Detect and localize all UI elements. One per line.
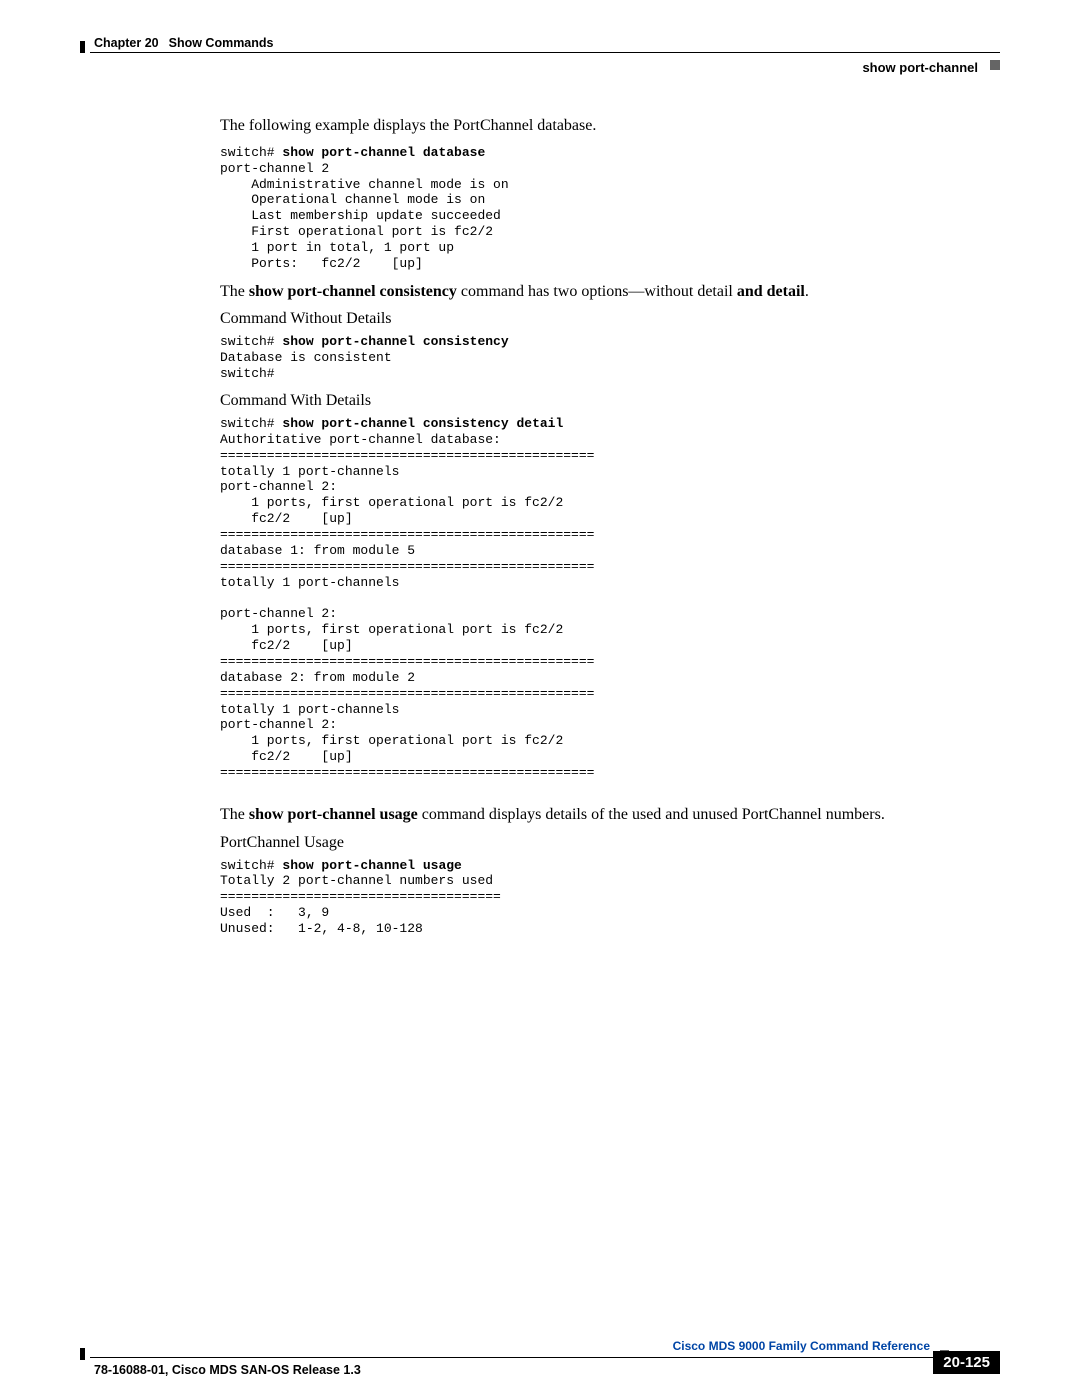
footer-bar-decor xyxy=(80,1348,85,1360)
cli-output: Totally 2 port-channel numbers used ====… xyxy=(220,873,501,936)
para2-bold2: and detail xyxy=(737,283,805,300)
header-square-decor xyxy=(990,60,1000,70)
header-bar-decor xyxy=(80,41,85,53)
spacer xyxy=(220,791,1000,805)
cli-example-4: switch# show port-channel usage Totally … xyxy=(220,858,1000,937)
cli-prompt: switch# xyxy=(220,416,282,431)
page: Chapter 20 Show Commands show port-channe… xyxy=(0,0,1080,1397)
cli-output: Authoritative port-channel database: ===… xyxy=(220,432,594,780)
cli-prompt: switch# xyxy=(220,858,282,873)
cli-command: show port-channel usage xyxy=(282,858,461,873)
para2-end: . xyxy=(805,283,809,300)
cli-output: port-channel 2 Administrative channel mo… xyxy=(220,161,509,271)
para3-text: The xyxy=(220,806,249,823)
running-head-command: show port-channel xyxy=(862,60,978,75)
main-content: The following example displays the PortC… xyxy=(220,116,1000,947)
para2-text-mid: command has two options—without detail xyxy=(457,283,737,300)
footer-reference-title: Cisco MDS 9000 Family Command Reference xyxy=(673,1339,930,1353)
cli-output: Database is consistent switch# xyxy=(220,350,392,381)
cli-command: show port-channel database xyxy=(282,145,485,160)
chapter-title: Show Commands xyxy=(169,36,274,50)
chapter-number: Chapter 20 xyxy=(94,36,159,50)
para3-command: show port-channel usage xyxy=(249,806,418,823)
subhead-without-details: Command Without Details xyxy=(220,310,1000,328)
footer-rule xyxy=(90,1357,1000,1358)
header-rule xyxy=(90,52,1000,53)
chapter-heading: Chapter 20 Show Commands xyxy=(94,36,273,50)
cli-example-1: switch# show port-channel database port-… xyxy=(220,145,1000,272)
intro-paragraph-3: The show port-channel usage command disp… xyxy=(220,805,1000,826)
para3-end: command displays details of the used and… xyxy=(418,806,885,823)
para2-text: The xyxy=(220,283,249,300)
intro-paragraph-1: The following example displays the PortC… xyxy=(220,116,1000,137)
para2-command: show port-channel consistency xyxy=(249,283,457,300)
subhead-with-details: Command With Details xyxy=(220,392,1000,410)
cli-command: show port-channel consistency xyxy=(282,334,508,349)
cli-example-3: switch# show port-channel consistency de… xyxy=(220,416,1000,781)
cli-prompt: switch# xyxy=(220,334,282,349)
cli-example-2: switch# show port-channel consistency Da… xyxy=(220,334,1000,382)
footer-doc-id: 78-16088-01, Cisco MDS SAN-OS Release 1.… xyxy=(94,1363,361,1377)
footer-page-number: 20-125 xyxy=(933,1351,1000,1374)
cli-prompt: switch# xyxy=(220,145,282,160)
subhead-usage: PortChannel Usage xyxy=(220,834,1000,852)
intro-paragraph-2: The show port-channel consistency comman… xyxy=(220,282,1000,303)
cli-command: show port-channel consistency detail xyxy=(282,416,563,431)
